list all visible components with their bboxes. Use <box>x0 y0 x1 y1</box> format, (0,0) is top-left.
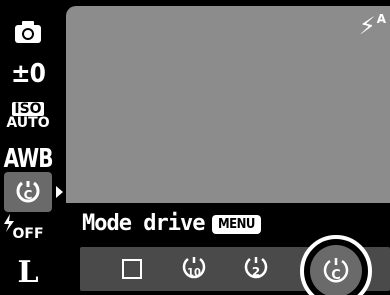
iso-icon: ISO AUTO <box>6 101 50 131</box>
svg-text:10: 10 <box>187 266 201 279</box>
panel-title: Mode drive <box>82 211 205 236</box>
flash-auto-icon: ⚡ A <box>358 12 386 40</box>
svg-text:2: 2 <box>252 265 260 279</box>
camera-screen: ±0 ISO AUTO AWB C OFF L ⚡ A Mode drive M… <box>0 0 390 295</box>
function-menu: ±0 ISO AUTO AWB C OFF L <box>4 6 66 290</box>
live-view: ⚡ A <box>66 6 390 203</box>
option-single-shot[interactable] <box>102 247 162 291</box>
drive-mode-item[interactable]: C <box>4 172 52 212</box>
option-self-timer-10s[interactable]: 10 <box>164 247 224 291</box>
exposure-value: ±0 <box>11 59 46 89</box>
image-size-value: L <box>17 254 39 290</box>
drive-mode-arrow-icon <box>56 186 63 198</box>
option-self-timer-custom-selected[interactable]: C <box>300 235 372 295</box>
flash-off-icon: OFF <box>4 214 44 242</box>
camera-icon <box>15 21 41 43</box>
image-quality-item[interactable]: L <box>4 252 52 292</box>
drive-mode-panel: Mode drive MENU 10 2 C <box>66 203 390 295</box>
flash-output-item[interactable]: OFF <box>4 214 52 254</box>
white-balance-value: AWB <box>3 142 54 174</box>
single-shot-icon <box>122 259 142 279</box>
selected-option-background: C <box>310 245 362 295</box>
option-self-timer-2s[interactable]: 2 <box>226 247 286 291</box>
iso-item[interactable]: ISO AUTO <box>4 96 52 136</box>
exposure-compensation-item[interactable]: ±0 <box>4 54 52 94</box>
self-timer-custom-icon: C <box>323 258 349 283</box>
self-timer-custom-icon: C <box>16 181 40 203</box>
self-timer-10s-icon: 10 <box>182 257 206 279</box>
self-timer-2s-icon: 2 <box>244 257 268 279</box>
svg-text:C: C <box>24 188 33 202</box>
svg-text:C: C <box>331 268 341 283</box>
shooting-mode-item[interactable] <box>4 12 52 52</box>
menu-button-badge[interactable]: MENU <box>212 215 261 234</box>
